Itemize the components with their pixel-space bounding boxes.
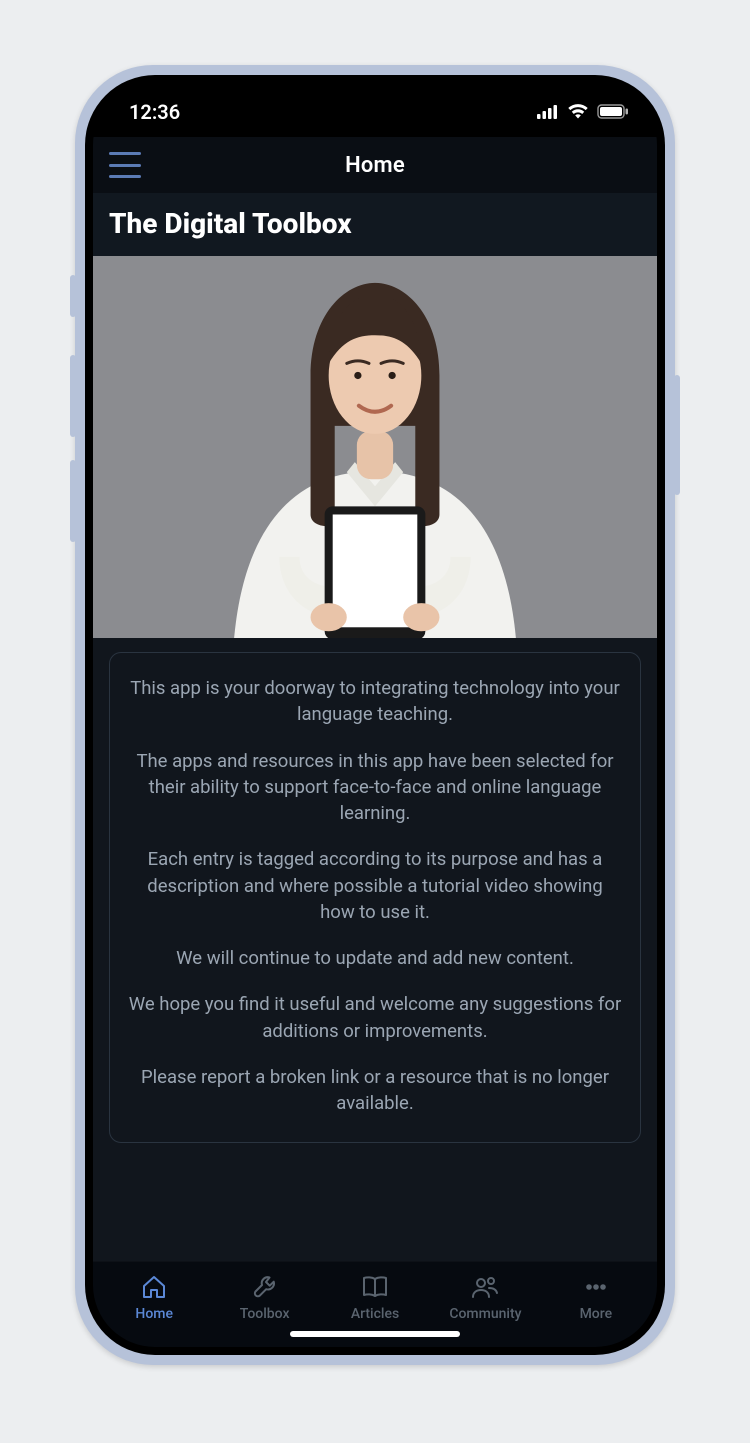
info-paragraph: Each entry is tagged according to its pu… bbox=[128, 846, 622, 925]
tab-label: Home bbox=[135, 1306, 173, 1322]
tab-home[interactable]: Home bbox=[99, 1272, 209, 1322]
info-paragraph: We hope you find it useful and welcome a… bbox=[128, 991, 622, 1044]
content-area[interactable]: This app is your doorway to integrating … bbox=[93, 256, 657, 1261]
tab-label: Toolbox bbox=[240, 1306, 290, 1322]
status-bar: 12:36 bbox=[93, 83, 657, 137]
phone-side-button bbox=[70, 355, 76, 437]
info-paragraph: This app is your doorway to integrating … bbox=[128, 675, 622, 728]
info-paragraph: Please report a broken link or a resourc… bbox=[128, 1064, 622, 1117]
book-icon bbox=[360, 1272, 390, 1302]
phone-bezel: 12:36 bbox=[85, 75, 665, 1355]
wrench-icon bbox=[250, 1272, 280, 1302]
nav-title: Home bbox=[345, 153, 405, 178]
tab-label: Articles bbox=[351, 1306, 399, 1322]
home-icon bbox=[139, 1272, 169, 1302]
tab-community[interactable]: Community bbox=[430, 1272, 540, 1322]
tab-more[interactable]: More bbox=[541, 1272, 651, 1322]
info-paragraph: We will continue to update and add new c… bbox=[128, 945, 622, 971]
nav-bar: Home bbox=[93, 137, 657, 193]
phone-frame: 12:36 bbox=[75, 65, 675, 1365]
more-icon bbox=[581, 1272, 611, 1302]
page-title: The Digital Toolbox bbox=[109, 207, 641, 240]
wifi-icon bbox=[567, 100, 589, 124]
phone-side-button bbox=[70, 460, 76, 542]
home-indicator[interactable] bbox=[290, 1331, 460, 1337]
tab-articles[interactable]: Articles bbox=[320, 1272, 430, 1322]
hero-image bbox=[93, 256, 657, 638]
cellular-icon bbox=[537, 100, 559, 124]
info-paragraph: The apps and resources in this app have … bbox=[128, 748, 622, 827]
phone-side-button bbox=[674, 375, 680, 495]
phone-side-button bbox=[70, 275, 76, 317]
hamburger-icon bbox=[109, 175, 141, 178]
people-icon bbox=[470, 1272, 500, 1302]
page-title-bar: The Digital Toolbox bbox=[93, 193, 657, 256]
screen: 12:36 bbox=[93, 83, 657, 1347]
menu-button[interactable] bbox=[109, 152, 141, 178]
tab-toolbox[interactable]: Toolbox bbox=[209, 1272, 319, 1322]
status-icons bbox=[537, 100, 629, 124]
info-card: This app is your doorway to integrating … bbox=[109, 652, 641, 1143]
hamburger-icon bbox=[109, 152, 141, 155]
battery-icon bbox=[597, 100, 629, 124]
tab-label: Community bbox=[449, 1306, 521, 1322]
hamburger-icon bbox=[109, 164, 141, 167]
status-time: 12:36 bbox=[129, 100, 180, 124]
tab-label: More bbox=[580, 1306, 613, 1322]
